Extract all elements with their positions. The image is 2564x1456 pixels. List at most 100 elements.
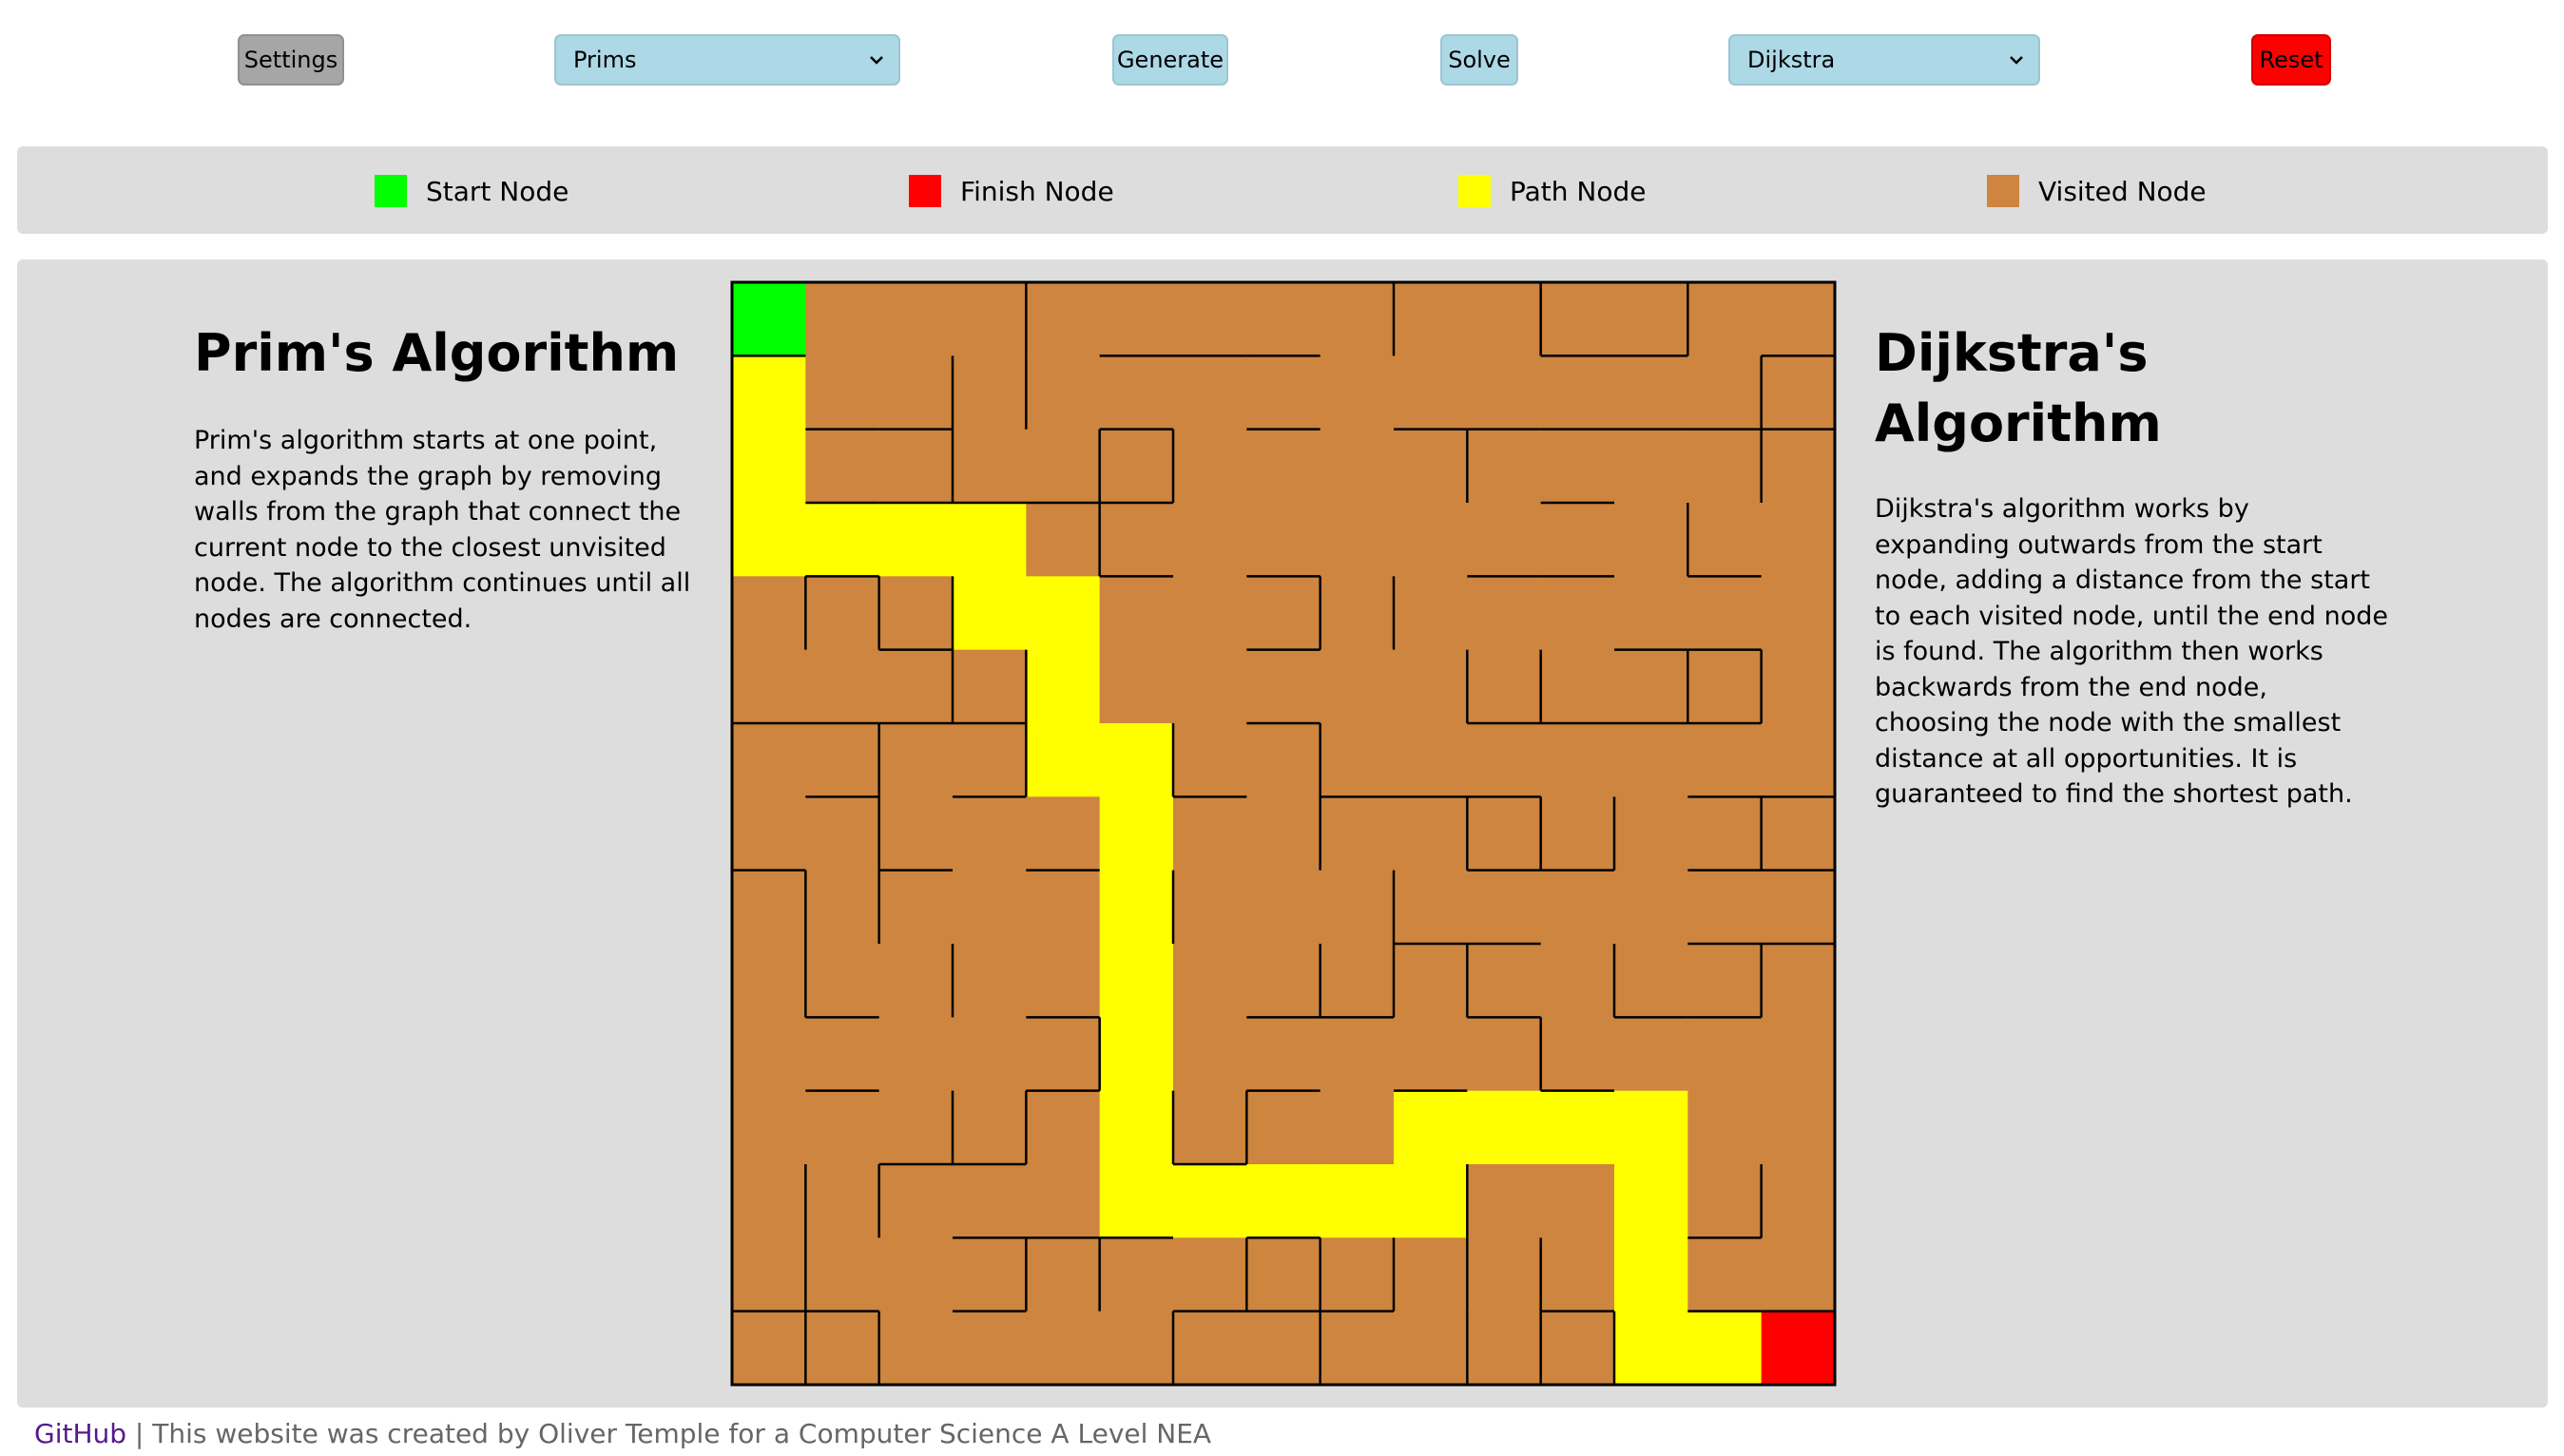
path-node[interactable] [1099,796,1174,872]
visited-node[interactable] [1246,503,1321,577]
visited-node[interactable] [1687,1164,1763,1238]
maze-grid[interactable] [730,280,1837,1387]
visited-node[interactable] [1467,576,1542,651]
path-node[interactable] [1099,1017,1174,1092]
visited-node[interactable] [732,1090,806,1165]
visited-node[interactable] [1026,429,1101,504]
visited-node[interactable] [1026,796,1101,872]
visited-node[interactable] [805,649,880,724]
visited-node[interactable] [805,870,880,945]
visited-node[interactable] [732,723,806,797]
visited-node[interactable] [878,282,954,356]
visited-node[interactable] [732,944,806,1018]
visited-node[interactable] [878,1090,954,1165]
path-node[interactable] [1687,1311,1763,1386]
path-node[interactable] [1026,723,1101,797]
visited-node[interactable] [878,649,954,724]
visited-node[interactable] [1026,1311,1101,1386]
visited-node[interactable] [1026,870,1101,945]
path-node[interactable] [1614,1311,1688,1386]
visited-node[interactable] [1761,723,1836,797]
visited-node[interactable] [1761,944,1836,1018]
visited-node[interactable] [732,1017,806,1092]
visited-node[interactable] [1614,282,1688,356]
visited-node[interactable] [1467,282,1542,356]
visited-node[interactable] [805,1237,880,1312]
visited-node[interactable] [1173,576,1247,651]
visited-node[interactable] [1173,1090,1247,1165]
visited-node[interactable] [1320,503,1395,577]
visited-node[interactable] [1394,796,1468,872]
visited-node[interactable] [1173,1017,1247,1092]
visited-node[interactable] [953,1311,1027,1386]
path-node[interactable] [878,503,954,577]
visited-node[interactable] [953,944,1027,1018]
visited-node[interactable] [1687,944,1763,1018]
visited-node[interactable] [878,870,954,945]
visited-node[interactable] [878,1017,954,1092]
visited-node[interactable] [1761,503,1836,577]
visited-node[interactable] [1099,1237,1174,1312]
visited-node[interactable] [1099,503,1174,577]
visited-node[interactable] [1246,870,1321,945]
visited-node[interactable] [1687,576,1763,651]
visited-node[interactable] [1761,1090,1836,1165]
visited-node[interactable] [1761,576,1836,651]
visited-node[interactable] [1761,1164,1836,1238]
solve-algorithm-select[interactable]: Dijkstra [1728,34,2040,86]
visited-node[interactable] [1320,1311,1395,1386]
visited-node[interactable] [1320,649,1395,724]
visited-node[interactable] [1540,723,1615,797]
visited-node[interactable] [1099,429,1174,504]
visited-node[interactable] [1173,649,1247,724]
visited-node[interactable] [1614,796,1688,872]
visited-node[interactable] [1026,1017,1101,1092]
visited-node[interactable] [953,723,1027,797]
visited-node[interactable] [1614,723,1688,797]
visited-node[interactable] [878,429,954,504]
visited-node[interactable] [1026,1090,1101,1165]
visited-node[interactable] [953,796,1027,872]
visited-node[interactable] [1320,282,1395,356]
visited-node[interactable] [878,576,954,651]
visited-node[interactable] [1246,796,1321,872]
visited-node[interactable] [1540,1164,1615,1238]
visited-node[interactable] [1099,355,1174,431]
visited-node[interactable] [1246,1311,1321,1386]
path-node[interactable] [1026,576,1101,651]
path-node[interactable] [953,576,1027,651]
visited-node[interactable] [1540,355,1615,431]
visited-node[interactable] [805,429,880,504]
visited-node[interactable] [953,355,1027,431]
maze-canvas[interactable] [730,280,1837,1387]
visited-node[interactable] [1246,1090,1321,1165]
visited-node[interactable] [1026,1164,1101,1238]
visited-node[interactable] [1540,1017,1615,1092]
visited-node[interactable] [1099,576,1174,651]
visited-node[interactable] [1173,282,1247,356]
visited-node[interactable] [1761,429,1836,504]
visited-node[interactable] [1394,355,1468,431]
path-node[interactable] [1099,1164,1174,1238]
visited-node[interactable] [732,870,806,945]
visited-node[interactable] [1320,355,1395,431]
visited-node[interactable] [1026,944,1101,1018]
visited-node[interactable] [805,282,880,356]
visited-node[interactable] [1467,1017,1542,1092]
visited-node[interactable] [1687,1017,1763,1092]
path-node[interactable] [1173,1164,1247,1238]
visited-node[interactable] [1320,1017,1395,1092]
path-node[interactable] [732,503,806,577]
visited-node[interactable] [805,1017,880,1092]
reset-button[interactable]: Reset [2251,34,2331,86]
visited-node[interactable] [1614,870,1688,945]
path-node[interactable] [1540,1090,1615,1165]
visited-node[interactable] [1246,723,1321,797]
visited-node[interactable] [1540,796,1615,872]
visited-node[interactable] [1614,944,1688,1018]
visited-node[interactable] [1320,429,1395,504]
visited-node[interactable] [1467,1164,1542,1238]
finish-node[interactable] [1761,1311,1836,1386]
visited-node[interactable] [953,1164,1027,1238]
visited-node[interactable] [1467,870,1542,945]
